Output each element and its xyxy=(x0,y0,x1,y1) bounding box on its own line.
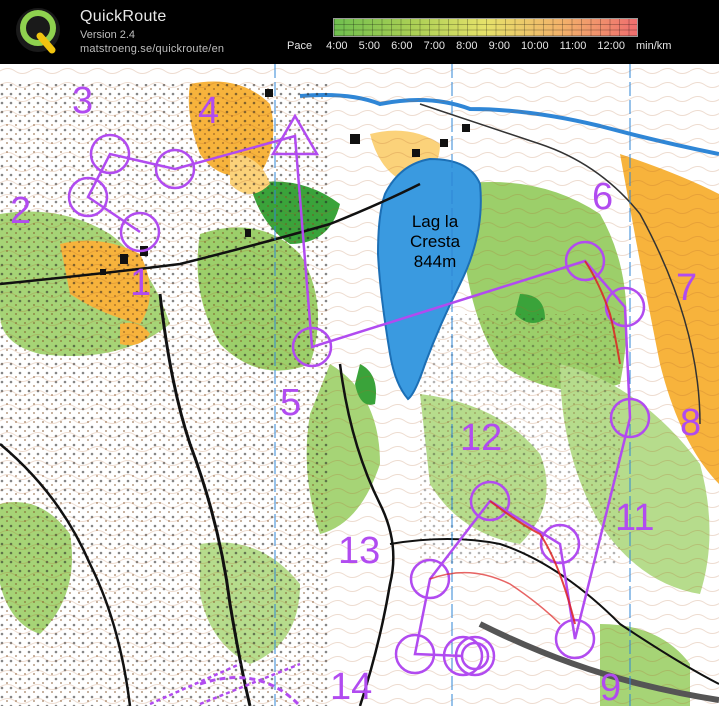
lake-name-line2: Cresta xyxy=(409,232,461,251)
quickroute-window: QuickRoute Version 2.4 matstroeng.se/qui… xyxy=(0,0,719,706)
pace-tick: 7:00 xyxy=(423,40,446,52)
pace-tick: 10:00 xyxy=(521,40,549,52)
control-number: 7 xyxy=(676,267,698,309)
control-number: 14 xyxy=(330,666,373,706)
pace-legend: Pace 4:00 5:00 6:00 7:00 8:00 9:00 10:00… xyxy=(287,40,679,52)
pace-tick: 12:00 xyxy=(597,40,625,52)
pace-tick: 4:00 xyxy=(326,40,348,52)
lake-name-line1: Lag la xyxy=(411,212,459,231)
app-version: Version 2.4 xyxy=(80,29,136,41)
control-number: 13 xyxy=(338,530,381,572)
control-number: 4 xyxy=(198,90,220,132)
app-url-link[interactable]: matstroeng.se/quickroute/en xyxy=(80,43,224,55)
lake-label: Lag la Cresta 844m xyxy=(400,212,470,272)
pace-color-scale xyxy=(333,18,638,37)
pace-tick: 5:00 xyxy=(358,40,381,52)
control-number: 3 xyxy=(72,80,94,122)
control-number: 1 xyxy=(130,262,152,304)
app-title: QuickRoute xyxy=(80,8,167,25)
map-canvas xyxy=(0,64,719,706)
pace-label: Pace xyxy=(287,40,313,52)
quickroute-logo-icon xyxy=(16,8,60,54)
control-number: 9 xyxy=(600,667,622,706)
control-number: 6 xyxy=(592,176,614,218)
pace-tick: 9:00 xyxy=(488,40,510,52)
pace-tick: 8:00 xyxy=(456,40,478,52)
control-number: 8 xyxy=(680,402,702,444)
pace-tick: 11:00 xyxy=(559,40,587,52)
header-bar: QuickRoute Version 2.4 matstroeng.se/qui… xyxy=(0,0,719,64)
pace-tick: 6:00 xyxy=(391,40,413,52)
lake-elevation: 844m xyxy=(413,252,457,271)
control-number: 11 xyxy=(615,497,655,539)
control-number: 5 xyxy=(280,382,302,424)
control-number: 12 xyxy=(460,417,503,459)
pace-unit: min/km xyxy=(636,40,672,52)
control-number: 2 xyxy=(10,190,32,232)
orienteering-map[interactable]: Lag la Cresta 844m 1 2 3 4 5 6 7 8 9 11 … xyxy=(0,64,719,706)
